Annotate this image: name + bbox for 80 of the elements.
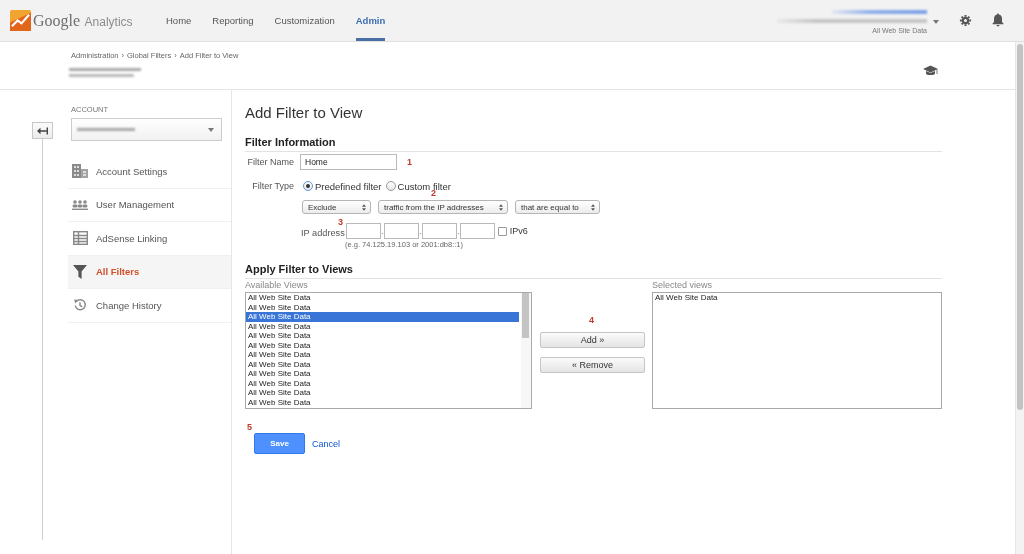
radio-label[interactable]: Predefined filter [315, 180, 382, 192]
ip-separator: . [380, 226, 384, 236]
field-label: IP address [301, 228, 345, 239]
step-number: 5 [247, 422, 252, 433]
up-down-arrows-icon [362, 203, 366, 211]
scrollbar-thumb[interactable] [1017, 44, 1023, 410]
ip-octet-field[interactable] [383, 223, 419, 239]
ip-octet-field[interactable] [459, 223, 495, 239]
dropdown[interactable]: Exclude [302, 200, 371, 214]
nav-tab[interactable]: Admin [355, 0, 386, 41]
sidebar-item[interactable]: User Management [68, 188, 231, 222]
cancel-link[interactable]: Cancel [312, 438, 340, 449]
list-item[interactable]: All Web Site Data [246, 312, 519, 322]
nav-tab[interactable]: Customization [274, 0, 335, 41]
nav-tab[interactable]: Home [166, 0, 192, 41]
caret-icon [208, 127, 214, 132]
field-label: Filter Type [251, 181, 295, 191]
scrollbar[interactable] [521, 293, 531, 408]
back-arrow-icon [37, 126, 48, 135]
filter-name-field[interactable]: Home [300, 154, 397, 170]
list-item[interactable]: All Web Site Data [246, 340, 519, 350]
list-item[interactable]: All Web Site Data [246, 350, 519, 360]
up-down-arrows-icon [499, 203, 503, 211]
list-label: Selected views [652, 279, 713, 291]
sidebar-item[interactable]: AdSense Linking [68, 222, 231, 256]
list-item[interactable]: All Web Site Data [246, 359, 519, 369]
ip-octet-field[interactable] [421, 223, 457, 239]
list-item[interactable]: All Web Site Data [246, 388, 519, 398]
page-title: Add Filter to View [245, 104, 363, 122]
list-item[interactable]: All Web Site Data [246, 302, 519, 312]
list-item[interactable]: All Web Site Data [246, 331, 519, 341]
up-down-arrows-icon [591, 203, 595, 211]
settings-icon[interactable] [959, 14, 972, 27]
list-item[interactable]: All Web Site Data [246, 369, 519, 379]
sidebar-item[interactable]: All Filters [68, 255, 231, 289]
table-icon [72, 231, 88, 246]
step-number: 4 [589, 315, 594, 326]
available-views-list[interactable] [245, 292, 532, 409]
back-button[interactable] [32, 122, 53, 139]
list-item[interactable]: All Web Site Data [653, 293, 939, 303]
graduation-cap-icon[interactable] [923, 65, 938, 77]
radio-button[interactable] [385, 181, 396, 191]
blurred-property-name [69, 68, 141, 77]
step-number: 1 [407, 156, 412, 168]
checkbox-label[interactable]: IPv6 [509, 226, 528, 236]
remove-button[interactable]: « Remove [540, 357, 645, 373]
list-item[interactable]: All Web Site Data [246, 321, 519, 331]
add-button[interactable]: Add » [540, 332, 645, 348]
sidebar-item[interactable]: Account Settings [68, 155, 231, 189]
step-number: 3 [338, 217, 343, 228]
list-label: Available Views [245, 279, 308, 291]
building-icon [72, 164, 88, 179]
caret-icon[interactable] [933, 20, 939, 24]
logo-icon [10, 10, 31, 31]
funnel-icon [73, 264, 87, 279]
checkbox[interactable] [497, 226, 507, 236]
history-icon [73, 298, 87, 313]
dropdown[interactable]: that are equal to [515, 200, 600, 214]
list-item[interactable]: All Web Site Data [246, 397, 519, 407]
scrollbar[interactable] [1015, 42, 1024, 554]
blurred-account-name [77, 128, 135, 131]
step-number: 2 [431, 188, 436, 199]
section-heading: Filter Information [245, 136, 942, 152]
sidebar-item[interactable]: Change History [68, 289, 231, 323]
section-heading: Apply Filter to Views [245, 263, 942, 279]
ip-separator: . [456, 226, 460, 236]
account-dropdown[interactable] [71, 118, 222, 141]
selected-views-list[interactable]: All Web Site Data [652, 292, 942, 409]
scrollbar-thumb[interactable] [522, 293, 529, 338]
dropdown[interactable]: traffic from the IP addresses [378, 200, 508, 214]
ip-separator: . [418, 226, 422, 236]
field-label: Filter Name [246, 157, 295, 167]
bell-icon[interactable] [992, 13, 1004, 27]
list-item[interactable]: All Web Site Data [246, 378, 519, 388]
nav-tab[interactable]: Reporting [212, 0, 254, 41]
ip-octet-field[interactable] [345, 223, 381, 239]
people-icon [72, 199, 88, 210]
logo-text: Google Analytics [33, 11, 133, 30]
list-item[interactable]: All Web Site Data [246, 293, 519, 303]
radio-button[interactable] [303, 181, 313, 191]
